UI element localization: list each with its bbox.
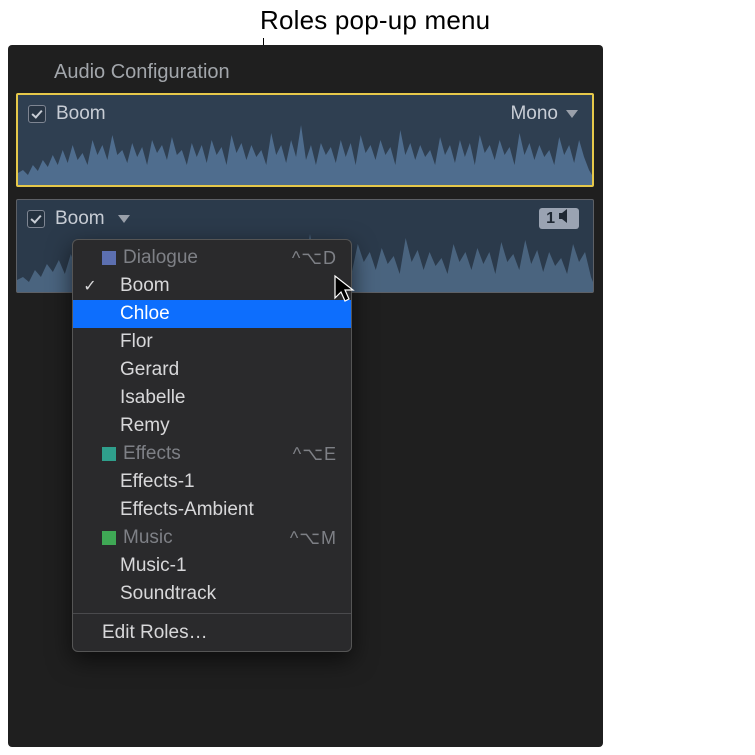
menu-shortcut: ^⌥D [292,248,337,269]
channel-number: 1 [546,210,555,228]
menu-item-label: Soundtrack [120,583,337,605]
mouse-cursor [333,274,359,304]
menu-shortcut: ^⌥M [290,528,337,549]
track-header: Boom [27,208,130,230]
panel-title: Audio Configuration [54,61,230,84]
menu-item-isabelle[interactable]: Isabelle [73,384,351,412]
roles-popup-menu: Dialogue^⌥D ✓ Boom Chloe Flor Gerard Isabelle R… [72,239,352,652]
menu-item-chloe[interactable]: Chloe [73,300,351,328]
menu-item-label: Flor [120,331,337,353]
menu-group-label: Effects [123,443,293,465]
track-enable-checkbox[interactable] [27,210,45,228]
menu-item-effects-ambient[interactable]: Effects-Ambient [73,496,351,524]
menu-item-label: Isabelle [120,387,337,409]
track-name-label: Boom [56,103,106,125]
menu-item-remy[interactable]: Remy [73,412,351,440]
audio-track-boom-1[interactable]: Boom Mono [16,93,594,187]
role-color-swatch [102,447,116,461]
annotation-label: Roles pop-up menu [260,5,490,36]
menu-group-dialogue[interactable]: Dialogue^⌥D [73,244,351,272]
chevron-down-icon [118,215,130,223]
menu-group-label: Music [123,527,290,549]
menu-item-gerard[interactable]: Gerard [73,356,351,384]
menu-item-label: Chloe [120,303,337,325]
chevron-down-icon [566,110,578,118]
menu-item-boom[interactable]: ✓ Boom [73,272,351,300]
menu-item-label: Edit Roles… [102,622,337,644]
track-role-label: Boom [55,208,105,229]
channel-right: 1 [539,208,579,229]
menu-edit-roles[interactable]: Edit Roles… [73,619,351,647]
menu-item-label: Music-1 [120,555,337,577]
menu-item-label: Gerard [120,359,337,381]
menu-item-effects-1[interactable]: Effects-1 [73,468,351,496]
menu-item-label: Effects-1 [120,471,337,493]
menu-group-music[interactable]: Music^⌥M [73,524,351,552]
waveform [18,115,592,185]
menu-shortcut: ^⌥E [293,444,337,465]
menu-item-music-1[interactable]: Music-1 [73,552,351,580]
channel-config-selector[interactable]: Mono [510,103,578,125]
channel-badge[interactable]: 1 [539,208,579,229]
menu-item-label: Boom [120,275,337,297]
speaker-icon [558,209,574,228]
audio-config-panel: Audio Configuration Boom Mono Boom [8,45,603,747]
menu-item-flor[interactable]: Flor [73,328,351,356]
menu-item-label: Effects-Ambient [120,499,337,521]
menu-item-soundtrack[interactable]: Soundtrack [73,580,351,608]
channel-config-label: Mono [510,103,558,125]
checkmark-icon: ✓ [81,276,99,296]
roles-popup-button[interactable]: Boom [55,208,130,230]
role-color-swatch [102,251,116,265]
role-color-swatch [102,531,116,545]
track-enable-checkbox[interactable] [28,105,46,123]
menu-item-label: Remy [120,415,337,437]
menu-divider [73,613,351,614]
menu-group-label: Dialogue [123,247,292,269]
track-header: Boom [28,103,106,125]
menu-group-effects[interactable]: Effects^⌥E [73,440,351,468]
